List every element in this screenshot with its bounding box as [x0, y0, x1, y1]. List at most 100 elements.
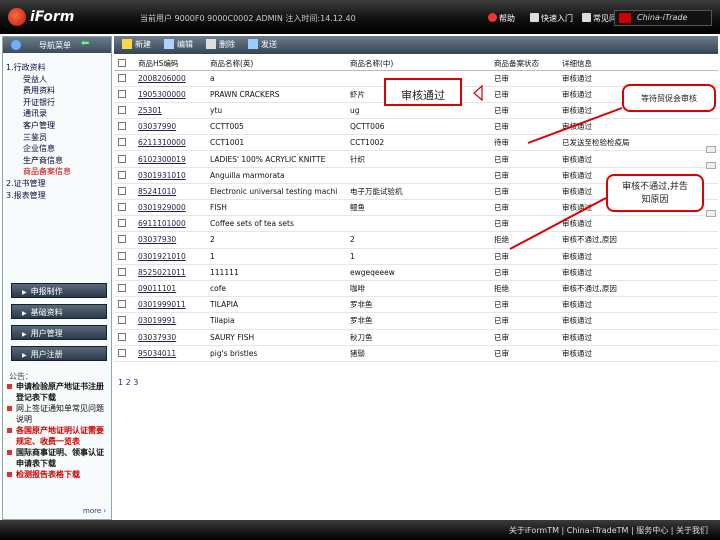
table-row[interactable]: 8525021011 111111 ewgeqeeew 已审 审核通过 [114, 264, 718, 281]
col-detail[interactable]: 详细信息 [558, 57, 718, 71]
row-checkbox[interactable] [118, 105, 126, 114]
hs-code-cell[interactable]: 0301999011 [134, 296, 206, 314]
row-checkbox[interactable] [114, 215, 134, 233]
more-link[interactable]: more › [83, 507, 106, 515]
notice-item[interactable]: 检测报告表格下载 [7, 469, 107, 480]
hs-code-cell[interactable]: 6911101000 [134, 215, 206, 233]
tree-item[interactable]: 1.行政资料 [6, 62, 71, 74]
select-all-cell[interactable] [114, 57, 134, 71]
hs-code-cell[interactable]: 09011101 [134, 280, 206, 298]
hs-code-cell[interactable]: 85241010 [134, 183, 206, 201]
row-checkbox[interactable] [118, 73, 126, 82]
tree-item[interactable]: 企业信息 [6, 143, 71, 155]
row-checkbox[interactable] [114, 345, 134, 362]
hs-code-cell[interactable]: 8525021011 [134, 264, 206, 281]
select-all-checkbox[interactable] [118, 58, 126, 67]
hs-code-cell[interactable]: 03037990 [134, 118, 206, 136]
user-register-button[interactable]: ▶ 用户注册 [11, 346, 107, 361]
row-checkbox[interactable] [114, 118, 134, 136]
row-checkbox[interactable] [118, 122, 126, 131]
table-row[interactable]: 0301999011 TILAPIA 罗非鱼 已审 审核通过 [114, 296, 718, 314]
row-checkbox[interactable] [114, 231, 134, 249]
row-checkbox[interactable] [118, 300, 126, 309]
row-checkbox[interactable] [114, 264, 134, 281]
notice-item[interactable]: 国际商事证明、领事认证申请表下载 [7, 447, 107, 469]
row-checkbox[interactable] [114, 134, 134, 152]
col-name-zh[interactable]: 商品名称(中) [346, 57, 490, 71]
row-checkbox[interactable] [118, 89, 126, 98]
collapse-arrow-icon[interactable]: ⬅ [81, 38, 89, 49]
row-checkbox[interactable] [114, 329, 134, 346]
row-checkbox[interactable] [114, 86, 134, 103]
delete-button[interactable]: 删除 [206, 39, 235, 50]
hs-code-cell[interactable]: 0301921010 [134, 248, 206, 265]
tree-item[interactable]: 费用资料 [6, 85, 71, 97]
help-link[interactable]: 帮助 [488, 13, 515, 24]
notice-item[interactable]: 网上签证通知单常见问题说明 [7, 403, 107, 425]
row-checkbox[interactable] [118, 186, 126, 195]
declaration-button[interactable]: ▶ 申报制作 [11, 283, 107, 298]
row-checkbox[interactable] [118, 219, 126, 228]
hs-code-cell[interactable]: 6102300019 [134, 150, 206, 168]
row-checkbox[interactable] [118, 138, 126, 147]
row-checkbox[interactable] [118, 348, 126, 357]
table-row[interactable]: 6211310000 CCT1001 CCT1002 待审 已发送至检验检疫局 [114, 134, 718, 152]
row-checkbox[interactable] [114, 280, 134, 298]
table-row[interactable]: 03037990 CCTT005 QCTT006 已审 审核通过 [114, 118, 718, 136]
row-checkbox[interactable] [118, 203, 126, 212]
hs-code-cell[interactable]: 03037930 [134, 329, 206, 346]
base-data-button[interactable]: ▶ 基础资料 [11, 304, 107, 319]
quick-start-link[interactable]: 快速入门 [530, 13, 573, 24]
tree-item[interactable]: 通讯录 [6, 108, 71, 120]
tree-item[interactable]: 生产商信息 [6, 155, 71, 167]
table-row[interactable]: 03037930 SAURY FISH 秋刀鱼 已审 审核通过 [114, 329, 718, 346]
row-checkbox[interactable] [118, 332, 126, 341]
hs-code-cell[interactable]: 95034011 [134, 345, 206, 362]
table-row[interactable]: 6911101000 Coffee sets of tea sets 已审 审核通过 [114, 215, 718, 233]
tree-item[interactable]: 受益人 [6, 74, 71, 86]
row-checkbox[interactable] [114, 102, 134, 120]
table-row[interactable]: 09011101 cofe 咖啡 拒绝 审核不通过,原因 [114, 280, 718, 298]
row-checkbox[interactable] [118, 235, 126, 244]
row-checkbox[interactable] [118, 284, 126, 293]
edit-button[interactable]: 编辑 [164, 39, 193, 50]
row-menu-icon[interactable] [706, 146, 716, 153]
row-checkbox[interactable] [114, 312, 134, 330]
hs-code-cell[interactable]: 2008206000 [134, 70, 206, 87]
row-checkbox[interactable] [118, 251, 126, 260]
col-status[interactable]: 商品备案状态 [490, 57, 558, 71]
row-checkbox[interactable] [114, 70, 134, 87]
hs-code-cell[interactable]: 0301931010 [134, 167, 206, 184]
user-management-button[interactable]: ▶ 用户管理 [11, 325, 107, 340]
table-row[interactable]: 95034011 pig's bristles 猪鬃 已审 审核通过 [114, 345, 718, 362]
tree-item[interactable]: 客户管理 [6, 120, 71, 132]
table-row[interactable]: 6102300019 LADIES' 100% ACRYLIC KNITTE 针织已… [114, 150, 718, 168]
table-row[interactable]: 03019991 Tilapia 罗非鱼 已审 审核通过 [114, 312, 718, 330]
hs-code-cell[interactable]: 03037930 [134, 231, 206, 249]
col-hs-code[interactable]: 商品HS编码 [134, 57, 206, 71]
pager[interactable]: 1 2 3 [118, 378, 138, 387]
row-checkbox[interactable] [118, 267, 126, 276]
tree-item[interactable]: 开证银行 [6, 97, 71, 109]
china-itrade-logo[interactable]: China-iTrade [614, 10, 712, 26]
send-button[interactable]: 发送 [248, 39, 277, 50]
row-checkbox[interactable] [114, 183, 134, 201]
row-checkbox[interactable] [118, 154, 126, 163]
notice-item[interactable]: 各国原产地证明认证需要规定、收费一览表 [7, 425, 107, 447]
tree-item-selected[interactable]: 商品备案信息 [6, 166, 71, 178]
row-checkbox[interactable] [114, 248, 134, 265]
hs-code-cell[interactable]: 03019991 [134, 312, 206, 330]
new-button[interactable]: 新建 [122, 39, 151, 50]
hs-code-cell[interactable]: 25301 [134, 102, 206, 120]
table-row[interactable]: 03037930 2 2 拒绝 审核不通过,原因 [114, 231, 718, 249]
row-checkbox[interactable] [118, 170, 126, 179]
row-checkbox[interactable] [114, 150, 134, 168]
row-menu-icon[interactable] [706, 162, 716, 169]
tree-item[interactable]: 3.报表管理 [6, 190, 71, 202]
tree-item[interactable]: 2.证书管理 [6, 178, 71, 190]
footer-links[interactable]: 关于iFormTM | China-iTradeTM | 服务中心 | 关于我们 [509, 525, 708, 536]
notice-item[interactable]: 申请检验原产地证书注册登记表下载 [7, 381, 107, 403]
hs-code-cell[interactable]: 6211310000 [134, 134, 206, 152]
table-row[interactable]: 0301921010 1 1 已审 审核通过 [114, 248, 718, 265]
row-checkbox[interactable] [118, 316, 126, 325]
